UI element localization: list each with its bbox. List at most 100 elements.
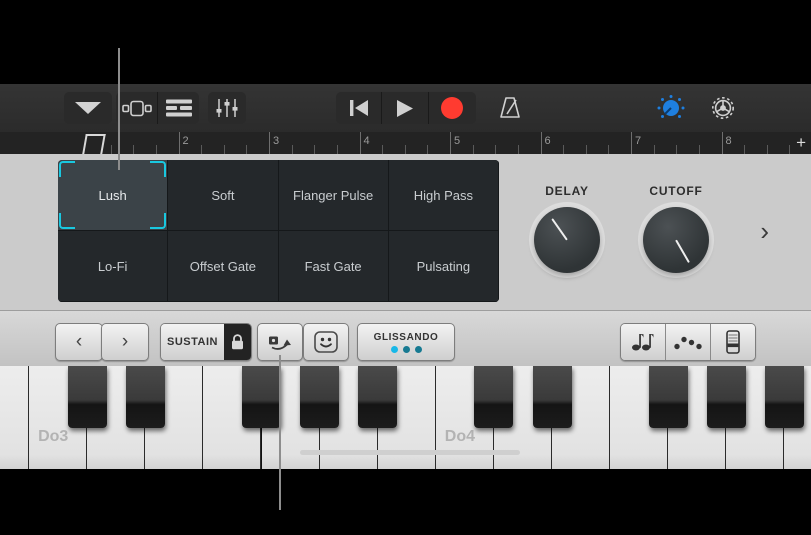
preset-cell-offset-gate[interactable]: Offset Gate: [168, 231, 279, 302]
browser-view-icon: [121, 100, 152, 116]
ruler-label: 6: [544, 135, 551, 147]
ruler-tick-minor: [563, 145, 565, 154]
ruler-label: 2: [182, 135, 189, 147]
ruler-tick-minor: [314, 145, 316, 154]
ruler-label: 8: [725, 135, 732, 147]
next-controls-button[interactable]: ›: [760, 216, 769, 247]
rewind-button[interactable]: [336, 92, 381, 124]
ruler-tick-minor: [698, 145, 700, 154]
chevron-left-icon: ‹: [75, 331, 83, 352]
selection-corner: [59, 161, 75, 177]
arpeggio-dots-icon: [674, 336, 702, 350]
record-button[interactable]: [427, 92, 476, 124]
piano-black-key[interactable]: [125, 366, 165, 428]
preset-cell-pulsating[interactable]: Pulsating: [388, 231, 499, 302]
garageband-keyboard-window: 2 3 4 5 6 7 8 + Lush Soft Flanger Pulse High Pass…: [0, 0, 811, 535]
preset-label: Lush: [98, 187, 127, 203]
piano-white-key[interactable]: [0, 366, 30, 469]
preset-label: Offset Gate: [189, 258, 256, 274]
metronome-icon: [500, 97, 520, 118]
ruler-tick-minor: [495, 145, 497, 154]
ruler-tick-minor: [382, 145, 384, 154]
ruler-tick-minor: [155, 145, 157, 154]
preset-cell-soft[interactable]: Soft: [168, 160, 279, 231]
ruler-tick-minor: [133, 145, 135, 154]
delay-knob-group[interactable]: DELAY: [534, 184, 600, 273]
lock-icon: [232, 334, 243, 350]
preset-label: Soft: [211, 187, 235, 203]
preset-label: High Pass: [413, 187, 473, 203]
smiley-button[interactable]: [303, 323, 349, 361]
delay-knob[interactable]: [534, 207, 600, 273]
sustain-lock-button[interactable]: [224, 324, 251, 360]
cutoff-knob[interactable]: [643, 207, 709, 273]
preset-label: Lo-Fi: [97, 258, 128, 274]
browser-view-button[interactable]: [116, 92, 157, 124]
delay-knob-label: DELAY: [545, 184, 589, 198]
rewind-icon: [349, 100, 368, 116]
callout-line-arpeggiator: [279, 355, 281, 510]
sustain-label: SUSTAIN: [161, 324, 224, 360]
ruler-tick-major: [540, 132, 542, 154]
glissando-dot[interactable]: [414, 345, 422, 353]
piano-black-key[interactable]: [300, 366, 340, 428]
eighth-notes-icon: [632, 334, 654, 351]
eighth-notes-button[interactable]: [621, 324, 665, 360]
ruler-tick-major: [631, 132, 632, 154]
settings-button[interactable]: [704, 92, 742, 124]
ruler-label: 7: [635, 135, 642, 147]
preset-cell-lush[interactable]: Lush: [58, 160, 169, 231]
record-icon: [441, 97, 464, 119]
play-button[interactable]: [381, 92, 427, 124]
ruler-tick-minor: [427, 145, 429, 154]
preset-cell-high-pass[interactable]: High Pass: [388, 160, 499, 231]
metronome-button[interactable]: [490, 92, 530, 124]
timeline-ruler[interactable]: 2 3 4 5 6 7 8 +: [0, 132, 811, 154]
tracks-view-button[interactable]: [157, 92, 199, 124]
selection-corner: [59, 213, 75, 229]
cycle-marker[interactable]: [82, 134, 106, 154]
ruler-tick-minor: [291, 145, 293, 154]
mixer-sliders-icon: [216, 99, 238, 117]
preset-cell-lo-fi[interactable]: Lo-Fi: [58, 231, 169, 302]
keyboard-mode-group[interactable]: [620, 323, 756, 361]
octave-down-button[interactable]: ‹: [55, 323, 103, 361]
view-toggle-group[interactable]: [116, 92, 199, 124]
glissando-dot[interactable]: [390, 345, 398, 353]
piano-black-key[interactable]: [532, 366, 572, 428]
octave-up-button[interactable]: ›: [101, 323, 149, 361]
cutoff-knob-pointer: [675, 239, 690, 264]
piano-black-key[interactable]: [67, 366, 107, 428]
add-section-button[interactable]: +: [796, 134, 806, 151]
preset-cell-flanger-pulse[interactable]: Flanger Pulse: [278, 160, 389, 231]
fader-icon: [726, 330, 740, 354]
delay-knob-pointer: [551, 218, 568, 241]
piano-black-key[interactable]: [242, 366, 281, 428]
ruler-tick-major: [721, 132, 723, 154]
piano-black-key[interactable]: [474, 366, 514, 428]
cutoff-knob-group[interactable]: CUTOFF: [643, 184, 709, 273]
preset-grid[interactable]: Lush Soft Flanger Pulse High Pass Lo-Fi Offse…: [58, 160, 499, 302]
piano-black-key[interactable]: [358, 366, 398, 428]
glissando-button[interactable]: GLISSANDO: [357, 323, 455, 361]
fx-knob-button[interactable]: [652, 92, 690, 124]
transport-group[interactable]: [336, 92, 476, 124]
piano-black-key[interactable]: [648, 366, 688, 428]
keyboard-scroll-indicator[interactable]: [300, 450, 520, 455]
glissando-dot[interactable]: [402, 345, 410, 353]
ruler-tick-major: [450, 132, 451, 154]
mixer-button[interactable]: [208, 92, 246, 124]
preset-cell-fast-gate[interactable]: Fast Gate: [278, 231, 389, 302]
ruler-tick-minor: [766, 145, 768, 154]
glissando-mode-dots[interactable]: [390, 345, 422, 353]
piano-black-key[interactable]: [706, 366, 746, 428]
ruler-label: 3: [273, 135, 280, 147]
sustain-button[interactable]: SUSTAIN: [160, 323, 252, 361]
arpeggio-dots-button[interactable]: [665, 324, 710, 360]
piano-black-key[interactable]: [764, 366, 804, 428]
menu-button[interactable]: [64, 92, 112, 124]
fader-button[interactable]: [710, 324, 755, 360]
arpeggiator-icon: [269, 336, 291, 350]
smiley-face-icon: [314, 331, 338, 353]
gear-icon: [712, 97, 734, 119]
